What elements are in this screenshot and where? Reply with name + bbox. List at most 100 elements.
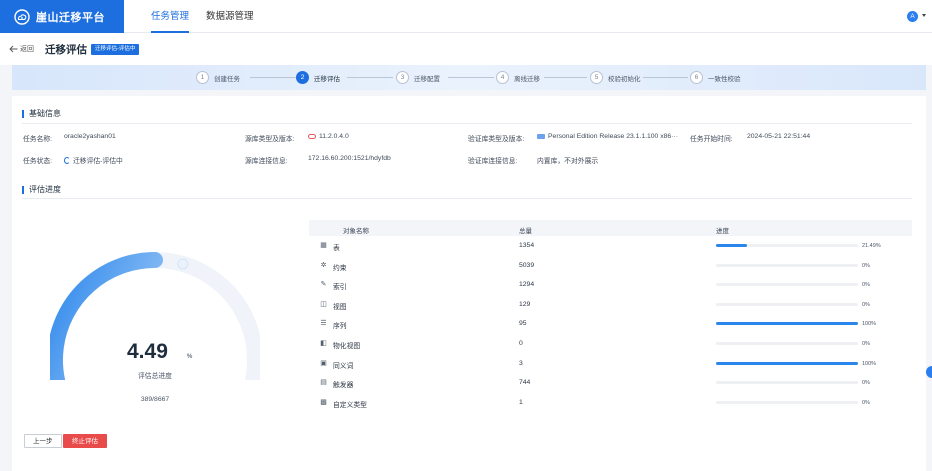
verify-conn-label: 验证库连接信息: [468, 158, 518, 165]
progress-percent-value: 4.49 [127, 340, 168, 363]
step-label: 离线迁移 [514, 75, 540, 83]
gauge-knob [177, 258, 189, 270]
object-type-icon: ▩ [320, 398, 327, 406]
object-total: 1 [519, 398, 523, 406]
object-type-icon: ▦ [320, 242, 327, 249]
source-conn-label: 源库连接信息: [245, 158, 288, 165]
app-title: 崖山迁移平台 [36, 11, 105, 24]
progress-bar-fill [716, 244, 747, 247]
table-row: ▩ 自定义类型 1 0% [309, 393, 912, 413]
progress-percent: 0% [862, 282, 870, 289]
stop-assessment-button[interactable]: 终止评估 [63, 434, 107, 448]
object-type-icon: ▤ [320, 379, 327, 387]
progress-bar [716, 244, 858, 247]
table-row: ✎ 索引 1294 0% [309, 275, 912, 295]
cloud-logo-icon [14, 8, 30, 25]
progress-bar [716, 361, 858, 365]
object-type-icon: ◧ [320, 339, 327, 347]
object-total: 129 [519, 300, 531, 308]
start-time-text: 2024-05-21 22:51:44 [747, 133, 811, 140]
table-row: ☰ 序列 95 100% [309, 314, 912, 334]
page-header: 返回 迁移评估 迁移评估-评估中 [0, 33, 932, 65]
source-type-label: 源库类型及版本: [245, 136, 295, 143]
basic-info-title-text: 基础信息 [29, 109, 61, 118]
task-name-label: 任务名称: [23, 136, 53, 143]
nav-task-management-label: 任务管理 [151, 11, 190, 22]
basic-info-title: 基础信息 [22, 108, 61, 119]
top-navigation-bar: 崖山迁移平台 任务管理 数据源管理 A [0, 0, 932, 33]
oracle-db-icon [308, 134, 316, 139]
step-label: 迁移配置 [414, 75, 440, 83]
nav-task-management[interactable]: 任务管理 [151, 0, 190, 33]
object-name: 视图 [333, 303, 347, 311]
source-conn-text: 172.16.60.200:1521/hdyfdb [308, 155, 391, 162]
source-type-text: 11.2.0.4.0 [319, 133, 349, 140]
step-number: 1 [196, 71, 209, 84]
col-object-name: 对象名称 [343, 228, 369, 235]
user-menu-caret-icon[interactable] [922, 14, 926, 17]
step-connector [544, 77, 587, 78]
object-total: 744 [519, 379, 531, 387]
nav-datasource-management[interactable]: 数据源管理 [206, 0, 254, 33]
table-row: ▣ 同义词 3 100% [309, 354, 912, 374]
task-status-value: 迁移评估-评估中 [64, 155, 123, 165]
object-name: 约束 [333, 264, 347, 272]
source-conn-value: 172.16.60.200:1521/hdyfdb [308, 155, 391, 162]
object-name: 自定义类型 [333, 401, 367, 409]
progress-percent: 0% [862, 380, 870, 387]
object-name: 表 [333, 245, 340, 252]
object-name: 物化视图 [333, 342, 361, 350]
object-total: 95 [519, 320, 527, 328]
progress-percent: 0% [862, 399, 870, 406]
table-header: 对象名称 总量 进度 [309, 220, 912, 236]
brand[interactable]: 崖山迁移平台 [0, 0, 124, 33]
progress-bar-fill [716, 361, 858, 365]
section-bar [22, 185, 24, 194]
progress-percent: 21.49% [862, 243, 881, 249]
page-title: 迁移评估 [45, 44, 87, 56]
step-connector [347, 77, 393, 78]
step-number: 2 [296, 71, 309, 84]
step-consistency-check: 6 一致性校验 [690, 71, 741, 84]
start-time-value: 2024-05-21 22:51:44 [747, 133, 810, 140]
progress-bar [716, 302, 858, 306]
nav-datasource-management-label: 数据源管理 [206, 11, 254, 22]
object-total: 1354 [519, 242, 535, 249]
progress-bar [716, 341, 858, 345]
table-row: ◧ 物化视图 0 0% [309, 334, 912, 354]
side-drawer-handle[interactable] [926, 366, 932, 378]
prev-step-button[interactable]: 上一步 [24, 434, 62, 448]
step-offline-migration: 4 离线迁移 [496, 71, 540, 84]
object-name: 序列 [333, 323, 347, 331]
step-verify-init: 5 校验初始化 [590, 71, 641, 84]
step-label: 校验初始化 [608, 75, 641, 83]
section-divider [22, 123, 912, 124]
verify-type-label: 验证库类型及版本: [468, 136, 525, 143]
verify-conn-value: 内置库，不对外展示 [537, 155, 598, 165]
object-type-icon: ◫ [320, 300, 327, 308]
back-link[interactable]: 返回 [9, 44, 34, 54]
progress-count: 389/8667 [140, 396, 170, 403]
task-name-text: oracle2yashan01 [64, 133, 116, 140]
step-label: 一致性校验 [708, 75, 741, 83]
step-number: 4 [496, 71, 509, 84]
step-number: 3 [396, 71, 409, 84]
progress-percent: 100% [862, 360, 877, 367]
arrow-left-icon [9, 45, 18, 53]
object-type-icon: ☰ [320, 320, 327, 328]
status-badge: 迁移评估-评估中 [91, 44, 140, 55]
progress-percent: 100% [862, 321, 877, 328]
yashan-db-icon [537, 134, 545, 139]
table-row: ✲ 约束 5039 0% [309, 256, 912, 276]
step-connector [643, 77, 688, 78]
loading-icon [64, 156, 70, 164]
step-migration-assessment: 2 迁移评估 [296, 71, 340, 84]
step-number: 6 [690, 71, 703, 84]
object-total: 5039 [519, 261, 535, 269]
user-avatar[interactable]: A [907, 11, 918, 22]
table-body: ▦ 表 1354 21.49% ✲ 约束 5039 0% ✎ 索引 1294 0% ◫ 视图 129 0% ☰ 序… [309, 236, 912, 412]
step-progress: 1 创建任务 2 迁移评估 3 迁移配置 4 离线迁移 5 校验初始化 6 一致… [12, 65, 926, 90]
object-name: 同义词 [333, 362, 354, 370]
step-number: 5 [590, 71, 603, 84]
progress-bar [716, 322, 858, 326]
